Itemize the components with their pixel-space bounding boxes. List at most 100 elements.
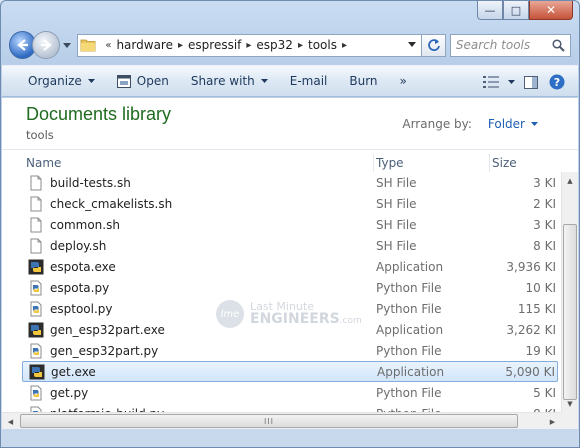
share-with-menu[interactable]: Share with (183, 69, 276, 93)
folder-icon (80, 39, 96, 52)
minimize-button[interactable]: — (477, 1, 503, 20)
chevron-down-icon (507, 80, 515, 84)
file-list: build-tests.sh SH File 3 KI check_cmakelist… (22, 172, 558, 424)
file-row[interactable]: espota.py Python File 10 KI (22, 277, 558, 298)
search-input[interactable]: Search tools (456, 38, 530, 52)
python-exe-icon (28, 259, 44, 275)
maximize-icon: □ (510, 3, 522, 17)
view-options-dropdown[interactable] (504, 70, 518, 94)
file-name: espota.py (50, 280, 110, 295)
more-commands-button[interactable]: » (392, 69, 415, 93)
file-name: get.exe (51, 364, 96, 379)
column-type-header[interactable]: Type (374, 154, 490, 172)
file-type: SH File (376, 196, 417, 211)
preview-pane-button[interactable] (518, 70, 544, 94)
file-size: 5 KI (533, 385, 556, 400)
column-headers: Name Type Size (24, 154, 558, 172)
email-label: E-mail (289, 74, 328, 88)
scroll-down-icon[interactable]: ▼ (562, 395, 578, 412)
forward-button[interactable] (32, 31, 60, 59)
close-button[interactable]: ✕ (529, 1, 573, 20)
organize-menu[interactable]: Organize (20, 69, 103, 93)
file-row[interactable]: check_cmakelists.sh SH File 2 KI (22, 193, 558, 214)
file-type: Python File (376, 280, 442, 295)
breadcrumb-separator-icon[interactable]: ▸ (178, 40, 183, 51)
file-size: 19 KI (525, 343, 557, 358)
horizontal-scroll-thumb[interactable]: III (20, 414, 518, 428)
file-row[interactable]: get.exe Application 5,090 KI (22, 361, 558, 382)
help-button[interactable]: ? (544, 70, 570, 94)
chevron-down-icon (62, 42, 71, 48)
breadcrumb-separator-icon[interactable]: ▸ (246, 40, 251, 51)
file-type: Python File (376, 343, 442, 358)
share-with-label: Share with (190, 74, 255, 88)
scroll-left-icon[interactable]: ◀ (2, 413, 19, 430)
file-name: deploy.sh (50, 238, 107, 253)
breadcrumb-overflow-icon[interactable]: « (105, 40, 111, 51)
column-size-header[interactable]: Size (490, 154, 558, 172)
file-type: Application (376, 322, 444, 337)
python-file-icon (28, 301, 44, 317)
file-size: 8 KI (533, 238, 556, 253)
burn-label: Burn (349, 74, 378, 88)
email-button[interactable]: E-mail (282, 69, 336, 93)
file-row[interactable]: build-tests.sh SH File 3 KI (22, 172, 558, 193)
file-size: 115 KI (517, 301, 556, 316)
file-size: 5,090 KI (505, 364, 555, 379)
file-type: Python File (376, 385, 442, 400)
file-icon (28, 238, 44, 254)
python-exe-icon (29, 364, 45, 380)
maximize-button[interactable]: □ (503, 1, 529, 20)
file-row[interactable]: deploy.sh SH File 8 KI (22, 235, 558, 256)
python-file-icon (28, 343, 44, 359)
open-button[interactable]: Open (109, 69, 177, 93)
file-name: common.sh (50, 217, 120, 232)
preview-pane-icon (524, 75, 538, 89)
file-view: Documents library tools Arrange by: Fold… (2, 98, 578, 429)
help-icon: ? (549, 74, 565, 90)
details-view-icon (483, 76, 499, 88)
file-icon (28, 175, 44, 191)
horizontal-scrollbar[interactable]: ◀ III ▶ (2, 412, 561, 429)
address-dropdown-icon[interactable] (408, 41, 417, 47)
breadcrumb-tools[interactable]: tools (308, 38, 337, 52)
scroll-up-icon[interactable]: ▲ (562, 172, 578, 189)
file-type: Application (377, 364, 445, 379)
file-icon (28, 217, 44, 233)
watermark-suffix: .com (339, 316, 362, 327)
file-icon (28, 196, 44, 212)
breadcrumb-separator-icon[interactable]: ▸ (342, 40, 347, 51)
search-icon[interactable] (552, 38, 565, 52)
file-type: SH File (376, 238, 417, 253)
chevron-down-icon[interactable] (531, 122, 538, 126)
breadcrumb-separator-icon[interactable]: ▸ (298, 40, 303, 51)
svg-text:?: ? (554, 76, 560, 89)
arrange-by: Arrange by: Folder (402, 117, 538, 131)
change-view-button[interactable] (478, 70, 504, 94)
scroll-right-icon[interactable]: ▶ (544, 413, 561, 430)
recent-pages-dropdown[interactable] (60, 31, 74, 59)
burn-button[interactable]: Burn (341, 69, 385, 93)
file-row[interactable]: common.sh SH File 3 KI (22, 214, 558, 235)
watermark: lme Last Minute ENGINEERS.com (216, 300, 362, 328)
file-row[interactable]: espota.exe Application 3,936 KI (22, 256, 558, 277)
forward-arrow-icon (41, 39, 52, 51)
file-row[interactable]: get.py Python File 5 KI (22, 382, 558, 403)
column-name-header[interactable]: Name (24, 154, 374, 172)
file-name: gen_esp32part.py (50, 343, 159, 358)
breadcrumb-espressif[interactable]: espressif (188, 38, 241, 52)
search-box[interactable]: Search tools (449, 33, 572, 57)
vertical-scrollbar[interactable]: ▲ ▼ (561, 172, 578, 412)
file-row[interactable]: gen_esp32part.py Python File 19 KI (22, 340, 558, 361)
breadcrumb-hardware[interactable]: hardware (116, 38, 173, 52)
arrange-by-value[interactable]: Folder (488, 117, 525, 131)
python-file-icon (28, 385, 44, 401)
more-commands-icon: » (399, 74, 407, 88)
address-bar[interactable]: « hardware ▸ espressif ▸ esp32 ▸ tools ▸ (77, 33, 423, 57)
file-type: Python File (376, 301, 442, 316)
vertical-scroll-thumb[interactable] (563, 224, 577, 400)
file-name: get.py (50, 385, 89, 400)
refresh-button[interactable] (422, 33, 446, 57)
close-icon: ✕ (545, 3, 557, 17)
breadcrumb-esp32[interactable]: esp32 (256, 38, 293, 52)
